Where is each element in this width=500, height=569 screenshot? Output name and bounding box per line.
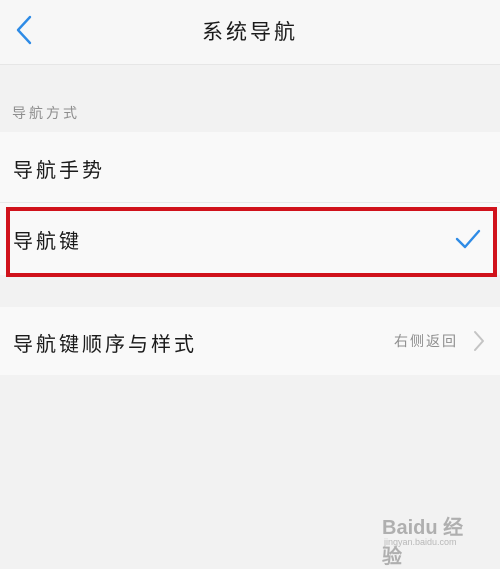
option-gesture-navigation[interactable]: 导航手势 (0, 132, 500, 203)
watermark-url: jingyan.baidu.com (384, 537, 457, 547)
chevron-right-icon (474, 331, 484, 351)
checkmark-icon (455, 229, 481, 249)
settings-item-label: 导航键顺序与样式 (13, 332, 197, 356)
option-label: 导航键 (13, 229, 82, 253)
option-label: 导航手势 (13, 158, 105, 182)
settings-item-value: 右侧返回 (394, 334, 458, 350)
option-navigation-key[interactable]: 导航键 (0, 203, 500, 275)
settings-item-key-order-style[interactable]: 导航键顺序与样式 右侧返回 (0, 307, 500, 375)
top-bar: 系统导航 (0, 0, 500, 65)
section-header: 导航方式 (12, 106, 80, 122)
page-title: 系统导航 (202, 20, 298, 44)
watermark: Baidu 经验 jingyan.baidu.com (382, 511, 482, 568)
